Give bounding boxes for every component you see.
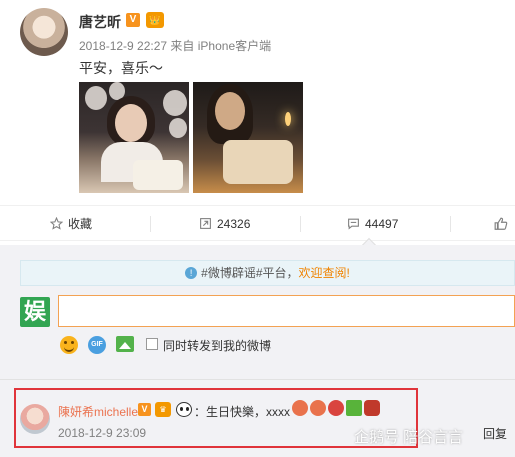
commenter-crown-icon: ♛: [155, 402, 171, 417]
rumor-notice-bar: ! #微博辟谣#平台，欢迎查阅!: [20, 260, 515, 286]
image-upload-icon[interactable]: [116, 336, 134, 352]
comment-divider: [0, 379, 515, 380]
current-user-avatar[interactable]: 娱: [20, 297, 50, 327]
reply-button[interactable]: 回复: [483, 425, 507, 442]
emoji-2-icon: [310, 400, 326, 416]
favorite-button[interactable]: 收藏: [49, 206, 93, 242]
star-icon: [49, 217, 64, 231]
also-forward-label[interactable]: 同时转发到我的微博: [163, 337, 271, 354]
forward-count: 24326: [217, 217, 251, 231]
author-username[interactable]: 唐艺昕: [79, 12, 121, 32]
notice-text: #微博辟谣#平台，: [201, 266, 299, 280]
post-photo-1[interactable]: [79, 82, 189, 193]
comment-text: ：生日快樂，xxxx: [194, 405, 291, 419]
weibo-post: 唐艺昕 V 👑 2018-12-9 22:27 来自 iPhone客户端 平安，…: [0, 0, 515, 205]
favorite-label: 收藏: [68, 217, 93, 231]
comment-input[interactable]: [58, 295, 515, 327]
emoji-3-icon: [328, 400, 344, 416]
forward-icon: [200, 218, 211, 230]
commenter-panda-icon: [176, 402, 192, 417]
comment-icon: [348, 218, 359, 230]
post-photo-2[interactable]: [193, 82, 303, 193]
thumb-up-icon: [494, 217, 508, 230]
comment-panel: ! #微博辟谣#平台，欢迎查阅! 娱 GIF 同时转发到我的微博 陳妍希miche…: [0, 245, 515, 457]
comment-button[interactable]: 44497: [347, 206, 398, 242]
emoji-icon[interactable]: [60, 336, 78, 354]
like-button[interactable]: [494, 206, 513, 242]
comment-date: 2018-12-9 23:09: [58, 426, 147, 440]
watermark: 企鹅号 陪谷言言: [354, 429, 464, 446]
post-time[interactable]: 2018-12-9 22:27: [79, 39, 167, 53]
author-avatar[interactable]: [20, 8, 68, 56]
post-text: 平安，喜乐～: [79, 60, 163, 76]
post-source: 来自 iPhone客户端: [170, 39, 272, 53]
cake-icon: [364, 400, 380, 416]
post-meta: 2018-12-9 22:27 来自 iPhone客户端: [79, 37, 271, 54]
info-icon: !: [185, 266, 198, 279]
commenter-avatar[interactable]: [20, 404, 50, 434]
comment-count: 44497: [365, 217, 399, 231]
verified-badge-icon: V: [126, 13, 140, 27]
also-forward-checkbox[interactable]: [146, 338, 158, 350]
notice-link[interactable]: 欢迎查阅!: [299, 266, 350, 280]
post-action-bar: 收藏 24326 44497: [0, 205, 515, 241]
emoji-1-icon: [292, 400, 308, 416]
commenter-username[interactable]: 陳妍希michelle: [58, 403, 138, 420]
member-crown-icon: 👑: [146, 12, 164, 28]
forward-button[interactable]: 24326: [199, 206, 250, 242]
gift-icon: [346, 400, 362, 416]
commenter-verified-icon: V: [138, 403, 151, 416]
gif-icon[interactable]: GIF: [88, 336, 106, 354]
